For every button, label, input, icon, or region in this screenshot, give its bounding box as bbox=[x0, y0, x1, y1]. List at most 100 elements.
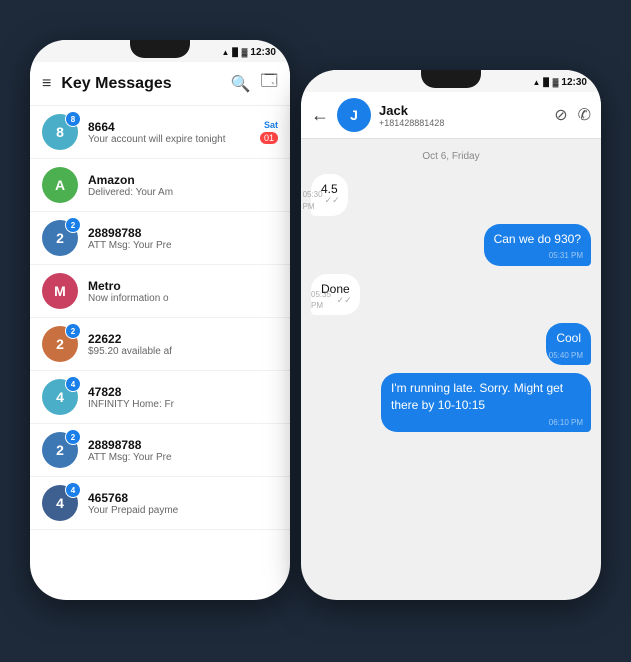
avatar: 8 8 bbox=[42, 114, 78, 150]
messages-screen: ▲ ▉ ▓ 12:30 ≡ Key Messages 🔍 🗔 8 8 bbox=[30, 40, 290, 600]
header-icons: 🔍 🗔 bbox=[231, 70, 278, 97]
sender-name: Amazon bbox=[88, 173, 268, 187]
sender-name: 465768 bbox=[88, 491, 268, 505]
message-row: Done 05:35 PM ✓✓ bbox=[311, 274, 591, 316]
front-phone: ▲ ▉ ▓ 12:30 ← J Jack +181428881428 ⊘ ✆ O… bbox=[301, 70, 601, 600]
avatar-label: 8 bbox=[56, 124, 64, 140]
message-row: Can we do 930? 05:31 PM bbox=[311, 224, 591, 266]
message-preview: ATT Msg: Your Pre bbox=[88, 240, 268, 251]
wifi-icon-front: ▲ bbox=[533, 78, 541, 87]
message-content: 22622 $95.20 available af bbox=[88, 332, 268, 357]
avatar-label: 2 bbox=[56, 230, 64, 246]
bubble-time: 05:30 PM ✓✓ bbox=[303, 189, 340, 211]
contact-phone: +181428881428 bbox=[379, 118, 546, 128]
signal-icon: ▉ bbox=[232, 48, 238, 57]
avatar-label: 2 bbox=[56, 442, 64, 458]
notch bbox=[130, 40, 190, 58]
messages-title: Key Messages bbox=[61, 75, 220, 93]
compose-button[interactable]: 🗔 bbox=[261, 70, 278, 97]
sender-name: Metro bbox=[88, 279, 268, 293]
list-item[interactable]: 2 2 22622 $95.20 available af bbox=[30, 318, 290, 371]
message-content: 47828 INFINITY Home: Fr bbox=[88, 385, 268, 410]
time-label: 05:30 PM bbox=[303, 189, 323, 211]
time-label: 06:10 PM bbox=[549, 417, 583, 428]
signal-icon-front: ▉ bbox=[543, 78, 549, 87]
message-row: Cool 05:40 PM bbox=[311, 323, 591, 365]
block-button[interactable]: ⊘ bbox=[554, 105, 567, 125]
message-preview: Your account will expire tonight bbox=[88, 134, 250, 145]
list-item[interactable]: 2 2 28898788 ATT Msg: Your Pre bbox=[30, 212, 290, 265]
message-preview: $95.20 available af bbox=[88, 346, 268, 357]
status-icons-front: ▲ ▉ ▓ 12:30 bbox=[533, 77, 588, 88]
message-meta: Sat 01 bbox=[260, 120, 278, 144]
chat-bubble: I'm running late. Sorry. Might get there… bbox=[381, 373, 591, 432]
list-item[interactable]: 4 4 465768 Your Prepaid payme bbox=[30, 477, 290, 530]
list-item[interactable]: 4 4 47828 INFINITY Home: Fr bbox=[30, 371, 290, 424]
sender-name: 8664 bbox=[88, 120, 250, 134]
unread-badge: 4 bbox=[65, 482, 81, 498]
status-icons-back: ▲ ▉ ▓ 12:30 bbox=[222, 47, 277, 58]
time-label: 05:40 PM bbox=[549, 350, 583, 361]
avatar-label: A bbox=[55, 177, 65, 193]
back-phone: ▲ ▉ ▓ 12:30 ≡ Key Messages 🔍 🗔 8 8 bbox=[30, 40, 290, 600]
call-button[interactable]: ✆ bbox=[578, 105, 591, 125]
message-content: 28898788 ATT Msg: Your Pre bbox=[88, 226, 268, 251]
unread-badge: 2 bbox=[65, 217, 81, 233]
avatar: A bbox=[42, 167, 78, 203]
chat-bubble: Cool 05:40 PM bbox=[546, 323, 591, 365]
message-preview: INFINITY Home: Fr bbox=[88, 399, 268, 410]
sender-name: 22622 bbox=[88, 332, 268, 346]
chat-screen: ▲ ▉ ▓ 12:30 ← J Jack +181428881428 ⊘ ✆ O… bbox=[301, 70, 601, 600]
avatar-label: M bbox=[54, 283, 66, 299]
unread-count: 01 bbox=[260, 132, 278, 144]
messages-header: ≡ Key Messages 🔍 🗔 bbox=[30, 62, 290, 106]
wifi-icon: ▲ bbox=[222, 48, 230, 57]
time-back: 12:30 bbox=[250, 47, 276, 58]
message-content: 465768 Your Prepaid payme bbox=[88, 491, 268, 516]
unread-badge: 4 bbox=[65, 376, 81, 392]
message-preview: Now information o bbox=[88, 293, 268, 304]
contact-name: Jack bbox=[379, 103, 546, 118]
unread-badge: 2 bbox=[65, 323, 81, 339]
message-content: 8664 Your account will expire tonight bbox=[88, 120, 250, 145]
bubble-time: 05:40 PM bbox=[549, 350, 583, 361]
message-content: Metro Now information o bbox=[88, 279, 268, 304]
avatar: 4 4 bbox=[42, 379, 78, 415]
chat-bubble: Can we do 930? 05:31 PM bbox=[484, 224, 591, 266]
time-label: 05:35 PM bbox=[311, 289, 335, 311]
messages-list: 8 8 8664 Your account will expire tonigh… bbox=[30, 106, 290, 530]
time-front: 12:30 bbox=[561, 77, 587, 88]
avatar: M bbox=[42, 273, 78, 309]
bubble-time: 05:35 PM ✓✓ bbox=[311, 289, 352, 311]
message-preview: Delivered: Your Am bbox=[88, 187, 268, 198]
sender-name: 28898788 bbox=[88, 226, 268, 240]
avatar-label: 4 bbox=[56, 495, 64, 511]
menu-button[interactable]: ≡ bbox=[42, 75, 51, 93]
bubble-text: I'm running late. Sorry. Might get there… bbox=[391, 381, 563, 412]
avatar: 2 2 bbox=[42, 220, 78, 256]
message-row: 4.5 05:30 PM ✓✓ bbox=[311, 174, 591, 216]
time-label: 05:31 PM bbox=[549, 250, 583, 261]
contact-info: Jack +181428881428 bbox=[379, 103, 546, 128]
chat-action-buttons: ⊘ ✆ bbox=[554, 105, 591, 125]
unread-badge: 8 bbox=[65, 111, 81, 127]
list-item[interactable]: 8 8 8664 Your account will expire tonigh… bbox=[30, 106, 290, 159]
sender-name: 28898788 bbox=[88, 438, 268, 452]
search-button[interactable]: 🔍 bbox=[231, 74, 251, 94]
avatar-label: 2 bbox=[56, 336, 64, 352]
avatar: 4 4 bbox=[42, 485, 78, 521]
unread-badge: 2 bbox=[65, 429, 81, 445]
contact-avatar: J bbox=[337, 98, 371, 132]
chat-body: Oct 6, Friday 4.5 05:30 PM ✓✓ Can we do … bbox=[301, 139, 601, 589]
bubble-text: Cool bbox=[556, 331, 581, 345]
sender-name: 47828 bbox=[88, 385, 268, 399]
list-item[interactable]: 2 2 28898788 ATT Msg: Your Pre bbox=[30, 424, 290, 477]
bubble-time: 05:31 PM bbox=[549, 250, 583, 261]
message-content: 28898788 ATT Msg: Your Pre bbox=[88, 438, 268, 463]
list-item[interactable]: A Amazon Delivered: Your Am bbox=[30, 159, 290, 212]
message-date: Sat bbox=[260, 120, 278, 130]
message-preview: ATT Msg: Your Pre bbox=[88, 452, 268, 463]
back-button[interactable]: ← bbox=[311, 105, 329, 126]
battery-icon: ▓ bbox=[242, 48, 248, 57]
list-item[interactable]: M Metro Now information o bbox=[30, 265, 290, 318]
